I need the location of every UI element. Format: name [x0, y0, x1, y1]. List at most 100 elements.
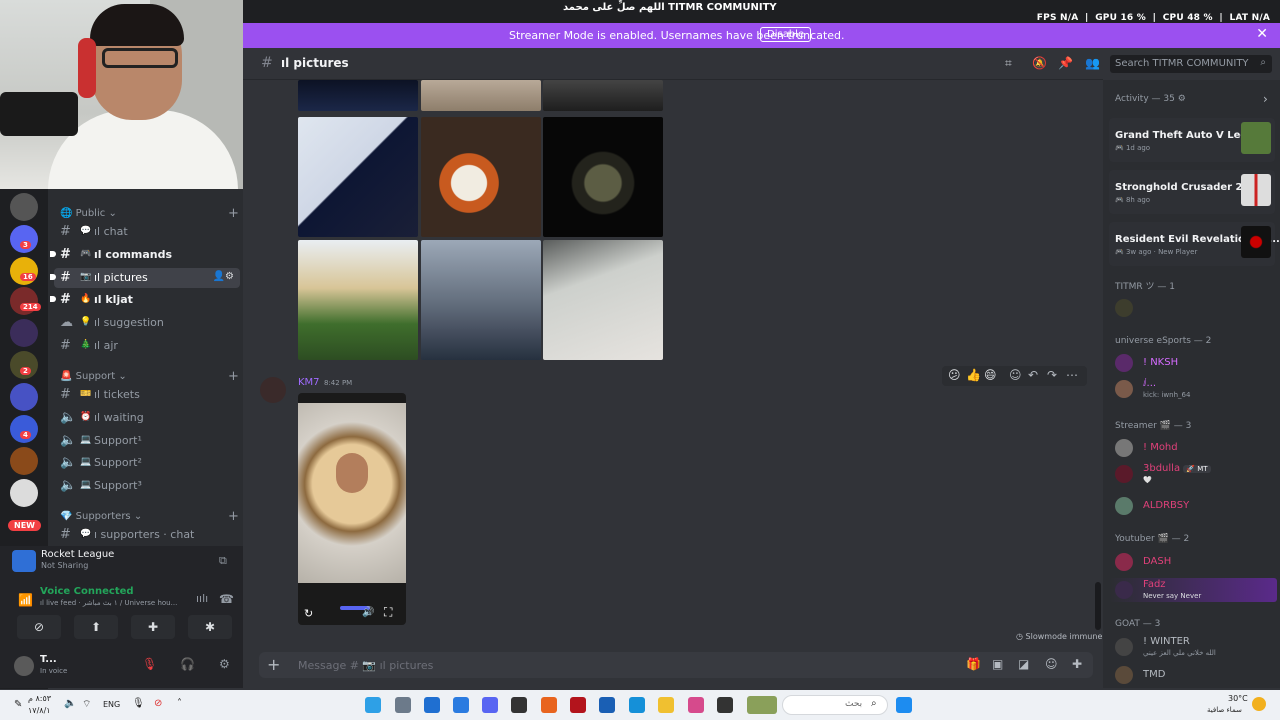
mute-mic-icon[interactable]: 🎙 [142, 657, 157, 671]
attachment-image[interactable] [298, 240, 418, 360]
more-options-icon[interactable]: ⋯ [1066, 368, 1078, 382]
pen-icon[interactable]: ✎ [14, 699, 22, 710]
notification-bell-icon[interactable]: 🔕 [1032, 56, 1047, 70]
category-support[interactable]: 🚨 Support ⌄ + [60, 369, 239, 384]
member-item[interactable]: ⅈ... kick: iwnh_64 [1115, 378, 1275, 400]
app-icon-terminal[interactable] [717, 697, 733, 713]
stream-icon[interactable]: ⧉ [219, 554, 227, 568]
settings-gear-icon[interactable]: ⚙ [219, 657, 230, 671]
channel-tickets[interactable]: # 🎫 ıl tickets [54, 385, 240, 405]
channel-support-2[interactable]: 🔈 💻 Support² [54, 453, 240, 473]
channel-support-1[interactable]: 🔈 💻 Support¹ [54, 431, 240, 451]
noise-suppression-icon[interactable]: ıılı [196, 592, 208, 605]
member-item[interactable]: 3bdulla 🚀 MT 🤍 [1115, 463, 1275, 485]
attachment-image[interactable] [298, 80, 418, 111]
taskbar-search-input[interactable]: بحث [845, 699, 862, 709]
search-input[interactable]: Search TITMR COMMUNITY [1115, 58, 1249, 69]
member-item[interactable] [1115, 297, 1275, 319]
voice-connected-label[interactable]: Voice Connected [40, 586, 134, 597]
attachment-image[interactable] [421, 240, 541, 360]
reply-icon[interactable]: ↶ [1028, 368, 1038, 382]
channel-ajr[interactable]: # 🎄 ıl ajr [54, 336, 240, 356]
record-icon[interactable]: ⊘ [154, 698, 162, 709]
app-icon-edge[interactable] [629, 697, 645, 713]
chat-scrollbar[interactable] [1095, 582, 1101, 630]
channel-pictures[interactable]: # 📷 ıl pictures 👤⚙ [50, 268, 240, 288]
attachment-image[interactable] [543, 117, 663, 237]
server-icon[interactable] [10, 319, 38, 347]
server-icon[interactable] [10, 479, 38, 507]
gif-icon[interactable]: ▣ [992, 657, 1003, 671]
video-attachment[interactable]: ↻ 🔊 ⛶ [298, 393, 406, 625]
attachment-image[interactable] [421, 117, 541, 237]
search-bar[interactable]: Search TITMR COMMUNITY ⌕ [1110, 55, 1272, 73]
app-icon-adobe[interactable] [570, 697, 586, 713]
channel-supporters-chat[interactable]: # 💬 ı supporters · chat [54, 525, 240, 545]
member-item[interactable]: DASH [1115, 551, 1275, 573]
add-channel-icon[interactable]: + [228, 509, 239, 524]
reaction-icon[interactable]: 😄 [984, 368, 997, 382]
app-icon-firefox[interactable] [541, 697, 557, 713]
channel-suggestion[interactable]: ☁ 💡 ıl suggestion [54, 313, 240, 333]
voice-channel-name[interactable]: ıl live feed · ١ بث مباشر / Universe hou… [40, 599, 177, 607]
upload-plus-icon[interactable]: + [267, 655, 280, 674]
app-icon-explorer[interactable] [658, 697, 674, 713]
gift-icon[interactable]: 🎁 [966, 657, 981, 671]
app-icon-store[interactable] [599, 697, 615, 713]
taskbar-time[interactable]: ٨:٥٣ م [28, 694, 51, 703]
member-item[interactable]: ! Mohd [1115, 437, 1275, 459]
windows-start-icon[interactable] [896, 697, 912, 713]
avatar[interactable] [260, 377, 286, 403]
add-reaction-icon[interactable]: ☺ [1009, 368, 1022, 382]
forward-icon[interactable]: ↷ [1047, 368, 1057, 382]
server-icon[interactable] [10, 383, 38, 411]
attachment-image[interactable] [298, 117, 418, 237]
taskbar-search[interactable]: بحث ⌕ [782, 695, 888, 715]
attachment-image[interactable] [543, 240, 663, 360]
volume-icon[interactable]: 🔈 [64, 698, 76, 709]
app-icon-obs[interactable] [511, 697, 527, 713]
disconnect-icon[interactable]: ☎ [219, 592, 234, 606]
close-banner-icon[interactable]: ✕ [1256, 26, 1268, 42]
channel-kljat[interactable]: # 🔥 ıl kljat [50, 290, 240, 310]
fullscreen-icon[interactable]: ⛶ [384, 605, 392, 620]
taskbar-date[interactable]: ١٧/٨/١ [28, 706, 51, 715]
server-icon[interactable] [10, 193, 38, 221]
channel-support-3[interactable]: 🔈 💻 Support³ [54, 476, 240, 496]
emoji-icon[interactable]: ☺ [1045, 657, 1058, 671]
attachment-image[interactable] [543, 80, 663, 111]
apps-icon[interactable]: ✚ [1072, 657, 1082, 671]
app-icon-chrome[interactable] [365, 697, 381, 713]
chevron-up-icon[interactable]: ˄ [177, 698, 182, 709]
message-author[interactable]: KM7 [298, 377, 320, 388]
app-icon-shield[interactable] [424, 697, 440, 713]
activity-card[interactable]: Grand Theft Auto V Legacy 🎮 1d ago [1109, 118, 1275, 162]
sticker-icon[interactable]: ◪ [1018, 657, 1029, 671]
chevron-right-icon[interactable]: › [1263, 92, 1268, 106]
wifi-icon[interactable]: ⌔ [82, 698, 91, 711]
channel-commands[interactable]: # 🎮 ıl commands [50, 245, 240, 265]
user-name[interactable]: T... [40, 654, 57, 665]
pin-icon[interactable]: 📌 [1058, 56, 1073, 70]
thumbs-up-icon[interactable]: 👍 [966, 368, 981, 382]
screen-share-button[interactable]: ⬆ [74, 615, 118, 639]
app-icon-copilot[interactable] [688, 697, 704, 713]
reaction-icon[interactable]: 😕 [948, 368, 961, 382]
activity-card[interactable]: Resident Evil Revelations 2... 🎮 3w ago … [1109, 222, 1280, 266]
app-icon-settings[interactable] [395, 697, 411, 713]
language-indicator[interactable]: ENG [103, 700, 120, 709]
app-icon-discord[interactable] [482, 697, 498, 713]
headphones-icon[interactable]: 🎧 [180, 657, 195, 671]
activity-card[interactable]: Stronghold Crusader 2 🎮 8h ago [1109, 170, 1275, 214]
member-item[interactable]: Fadz Never say Never [1115, 579, 1275, 601]
attachment-image[interactable] [421, 80, 541, 111]
category-supporters[interactable]: 💎 Supporters ⌄ + [60, 509, 239, 524]
add-channel-icon[interactable]: + [228, 206, 239, 221]
member-item[interactable]: ALDRBSY [1115, 495, 1275, 517]
channel-settings-icon[interactable]: 👤⚙ [213, 271, 234, 282]
message-composer[interactable]: + Message # 📷 ıl pictures 🎁 ▣ ◪ ☺ ✚ [259, 652, 1093, 678]
member-item[interactable]: TMD [1115, 664, 1275, 686]
activity-header[interactable]: Activity — 35 ⚙ [1115, 94, 1186, 104]
threads-icon[interactable]: ⌗ [1005, 56, 1012, 71]
app-icon-app[interactable] [453, 697, 469, 713]
